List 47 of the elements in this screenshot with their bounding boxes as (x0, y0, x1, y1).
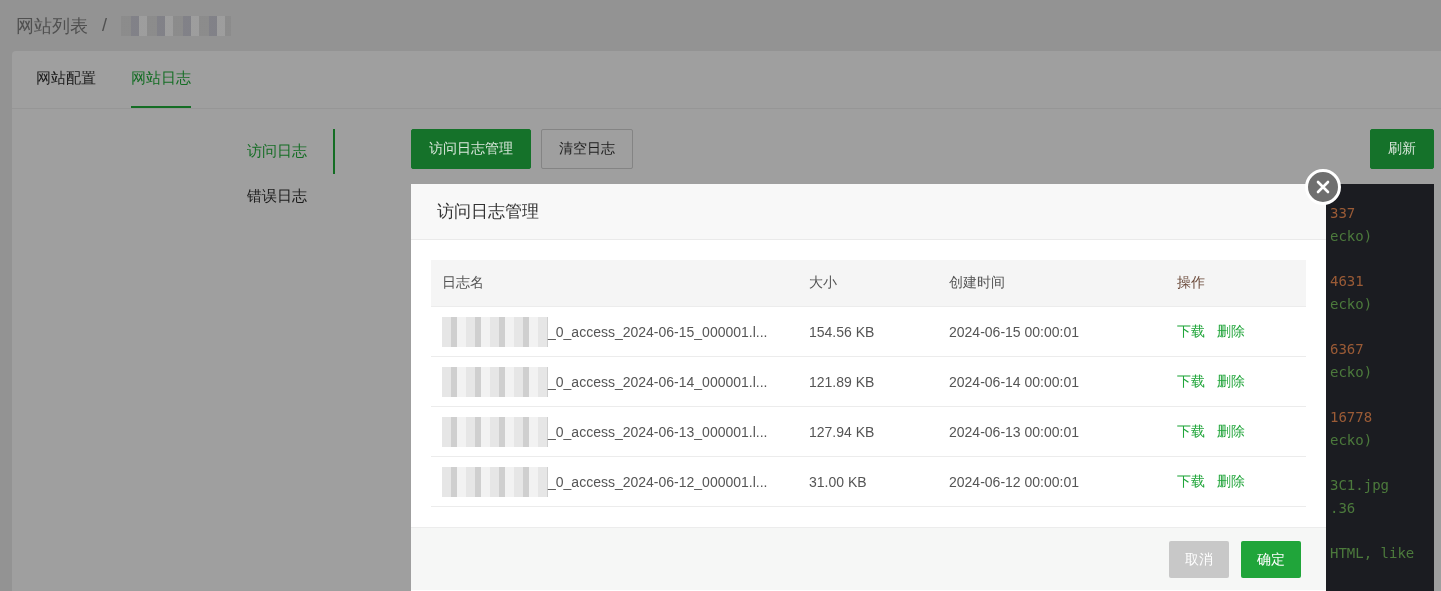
log-line: ecko) (1330, 363, 1374, 382)
manage-button[interactable]: 访问日志管理 (411, 129, 531, 169)
column-header: 日志名 (441, 274, 485, 292)
tab[interactable]: 网站配置 (36, 51, 96, 108)
log-line: ecko) (1330, 227, 1374, 246)
delete-link[interactable]: 删除 (1217, 322, 1245, 341)
breadcrumb-link[interactable]: 网站列表 (16, 13, 88, 38)
log-line: HTML, like (1330, 544, 1416, 563)
table-cell-text: 154.56 KB (808, 323, 876, 340)
side-menu-item[interactable]: 错误日志 (247, 174, 335, 219)
log-line: ecko) (1330, 431, 1374, 450)
tab[interactable]: 网站日志 (131, 51, 191, 108)
side-menu-item[interactable]: 访问日志 (247, 129, 335, 174)
log-file-name: _0_access_2024-06-15_000001.l... (548, 323, 768, 340)
modal-title: 访问日志管理 (411, 184, 1326, 240)
close-icon (1315, 179, 1331, 195)
table-cell-text: 2024-06-12 00:00:01 (948, 473, 1080, 490)
log-line: .36 (1330, 499, 1357, 518)
refresh-button[interactable]: 刷新 (1370, 129, 1434, 169)
table-cell-text: 2024-06-15 00:00:01 (948, 323, 1080, 340)
delete-link[interactable]: 删除 (1217, 472, 1245, 491)
table-cell-text: 127.94 KB (808, 423, 876, 440)
download-link[interactable]: 下载 (1177, 322, 1205, 341)
table-cell-text: 31.00 KB (808, 473, 868, 490)
log-file-name: _0_access_2024-06-12_000001.l... (548, 473, 768, 490)
delete-link[interactable]: 删除 (1217, 372, 1245, 391)
column-header: 操作 (1176, 274, 1206, 292)
table-cell-text: 2024-06-14 00:00:01 (948, 373, 1080, 390)
download-link[interactable]: 下载 (1177, 472, 1205, 491)
log-line: 337 (1330, 204, 1357, 223)
log-line: ecko) (1330, 295, 1374, 314)
breadcrumb-separator: / (102, 15, 107, 36)
delete-link[interactable]: 删除 (1217, 422, 1245, 441)
confirm-button[interactable]: 确定 (1241, 541, 1301, 578)
log-line: 6367 (1330, 340, 1365, 359)
clear-button[interactable]: 清空日志 (541, 129, 633, 169)
table-cell-text: 121.89 KB (808, 373, 876, 390)
column-header: 大小 (808, 274, 838, 292)
log-line: 16778 (1330, 408, 1374, 427)
download-link[interactable]: 下载 (1177, 372, 1205, 391)
download-link[interactable]: 下载 (1177, 422, 1205, 441)
table-cell-text: 2024-06-13 00:00:01 (948, 423, 1080, 440)
log-file-name: _0_access_2024-06-13_000001.l... (548, 423, 768, 440)
log-line: 3C1.jpg (1330, 476, 1390, 495)
log-line: 4631 (1330, 272, 1365, 291)
column-header: 创建时间 (948, 274, 1006, 292)
log-file-name: _0_access_2024-06-14_000001.l... (548, 373, 768, 390)
